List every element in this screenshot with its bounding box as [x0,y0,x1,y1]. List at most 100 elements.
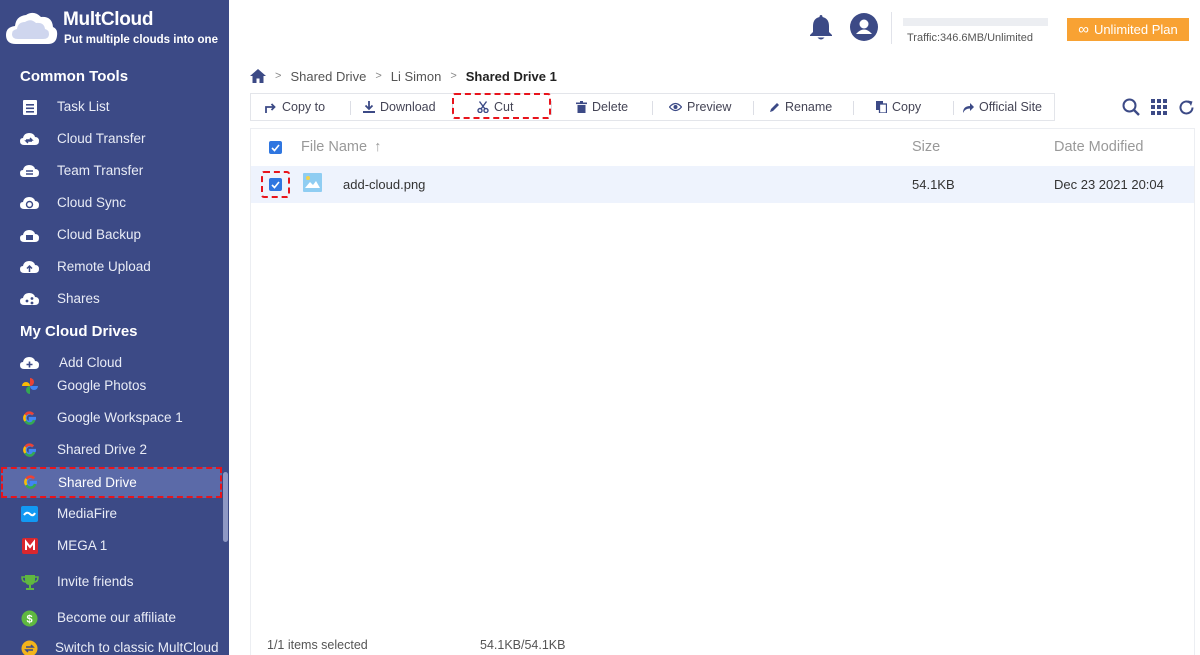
sidebar-item-cloud-transfer[interactable]: Cloud Transfer [0,126,222,152]
add-cloud-icon [20,354,39,372]
refresh-icon[interactable] [1178,99,1195,116]
unlimited-plan-button[interactable]: ∞ Unlimited Plan [1067,18,1189,41]
sidebar-item-shared-drive[interactable]: Shared Drive [1,467,222,498]
file-size: 54.1KB [912,177,955,192]
copy-to-button[interactable]: Copy to [265,94,325,120]
toolbar-divider [953,101,954,115]
sidebar-scrollbar[interactable] [223,472,228,542]
sidebar-item-label: MEGA 1 [57,538,108,553]
sidebar-item-google-workspace-1[interactable]: Google Workspace 1 [0,405,222,431]
sidebar-item-label: Switch to classic MultCloud [55,640,219,655]
sidebar-item-switch-classic[interactable]: Switch to classic MultCloud [0,635,222,655]
toolbar-divider [350,101,351,115]
infinity-icon: ∞ [1078,21,1089,38]
toolbar-divider [652,101,653,115]
google-icon [20,409,39,427]
sidebar-item-label: Team Transfer [57,163,144,178]
file-toolbar: Copy to Download Cut Delete Preview Rena… [250,93,1055,121]
sidebar-item-label: Shared Drive 2 [57,442,148,457]
cloud-sync-icon [20,194,39,212]
remote-upload-icon [20,258,39,276]
app-logo[interactable]: MultCloud Put multiple clouds into one [0,0,229,58]
selection-size: 54.1KB/54.1KB [480,638,566,652]
sidebar-item-label: Cloud Sync [57,195,127,210]
toolbar-divider [853,101,854,115]
user-icon [856,19,872,34]
user-avatar[interactable] [850,13,878,41]
sidebar-item-shares[interactable]: Shares [0,286,222,312]
selection-status: 1/1 items selected [267,638,368,652]
sidebar-item-label: Google Workspace 1 [57,410,183,425]
preview-label: Preview [687,100,732,114]
common-tools-title: Common Tools [20,68,129,85]
sidebar-item-task-list[interactable]: Task List [0,94,222,120]
check-icon [271,143,280,152]
grid-view-icon[interactable] [1151,99,1167,115]
official-site-button[interactable]: Official Site [962,94,1042,120]
sidebar-item-label: Task List [57,99,110,114]
column-header-name[interactable]: File Name ↑ [301,139,381,155]
search-icon[interactable] [1122,98,1140,116]
sidebar-item-cloud-sync[interactable]: Cloud Sync [0,190,222,216]
sidebar-item-label: Google Photos [57,378,147,393]
home-icon[interactable] [250,69,266,83]
pencil-icon [770,102,779,112]
breadcrumb-separator: > [275,70,282,82]
sidebar: MultCloud Put multiple clouds into one C… [0,0,229,655]
app-name: MultCloud [63,9,154,30]
select-all-checkbox[interactable] [269,141,282,154]
copy-button[interactable]: Copy [876,94,921,120]
mega-icon [20,537,39,555]
file-list-header: File Name ↑ Size Date Modified [251,129,1194,166]
trophy-icon [20,573,39,591]
download-button[interactable]: Download [363,94,436,120]
download-icon [363,101,375,113]
delete-label: Delete [592,100,629,114]
sidebar-item-label: Cloud Backup [57,227,142,242]
check-icon [271,180,280,189]
row-checkbox[interactable] [269,178,282,191]
copy-label: Copy [892,100,922,114]
preview-button[interactable]: Preview [669,94,731,120]
sidebar-item-label: Shares [57,291,100,306]
cloud-transfer-icon [20,130,39,148]
cloud-backup-icon [20,226,39,244]
column-header-size[interactable]: Size [912,139,940,155]
sidebar-item-cloud-backup[interactable]: Cloud Backup [0,222,222,248]
sidebar-item-shared-drive-2[interactable]: Shared Drive 2 [0,437,222,463]
header-divider [891,12,892,44]
google-icon [21,473,40,491]
sidebar-item-affiliate[interactable]: $ Become our affiliate [0,605,222,631]
copy-to-icon [265,103,276,113]
breadcrumb-item[interactable]: Shared Drive [290,69,366,84]
top-bar: Traffic:346.6MB/Unlimited ∞ Unlimited Pl… [229,0,1200,58]
trash-icon [576,101,587,113]
sidebar-item-mediafire[interactable]: MediaFire [0,501,222,527]
column-header-date[interactable]: Date Modified [1054,139,1143,155]
delete-button[interactable]: Delete [576,94,628,120]
file-date: Dec 23 2021 20:04 [1054,177,1164,192]
sidebar-item-google-photos[interactable]: Google Photos [0,373,222,399]
cut-highlight-box [452,93,551,119]
rename-button[interactable]: Rename [769,94,832,120]
sidebar-item-remote-upload[interactable]: Remote Upload [0,254,222,280]
toolbar-divider [753,101,754,115]
notification-bell-icon[interactable] [809,14,833,41]
sort-ascending-icon: ↑ [374,139,382,155]
sidebar-item-label: Become our affiliate [57,610,177,625]
sidebar-item-team-transfer[interactable]: Team Transfer [0,158,222,184]
sidebar-item-invite-friends[interactable]: Invite friends [0,569,222,595]
traffic-text: Traffic:346.6MB/Unlimited [907,32,1033,44]
task-list-icon [20,98,39,116]
image-file-icon [303,173,322,192]
column-header-name-label: File Name [301,139,368,155]
share-arrow-icon [963,102,974,113]
breadcrumb-item[interactable]: Li Simon [391,69,442,84]
file-list: File Name ↑ Size Date Modified add-cloud… [250,128,1195,655]
eye-icon [669,102,682,112]
table-row[interactable]: add-cloud.png 54.1KB Dec 23 2021 20:04 [251,166,1194,203]
app-tagline: Put multiple clouds into one [64,34,218,46]
file-name[interactable]: add-cloud.png [343,177,425,192]
sidebar-item-mega-1[interactable]: MEGA 1 [0,533,222,559]
breadcrumb: > Shared Drive > Li Simon > Shared Drive… [250,66,557,86]
